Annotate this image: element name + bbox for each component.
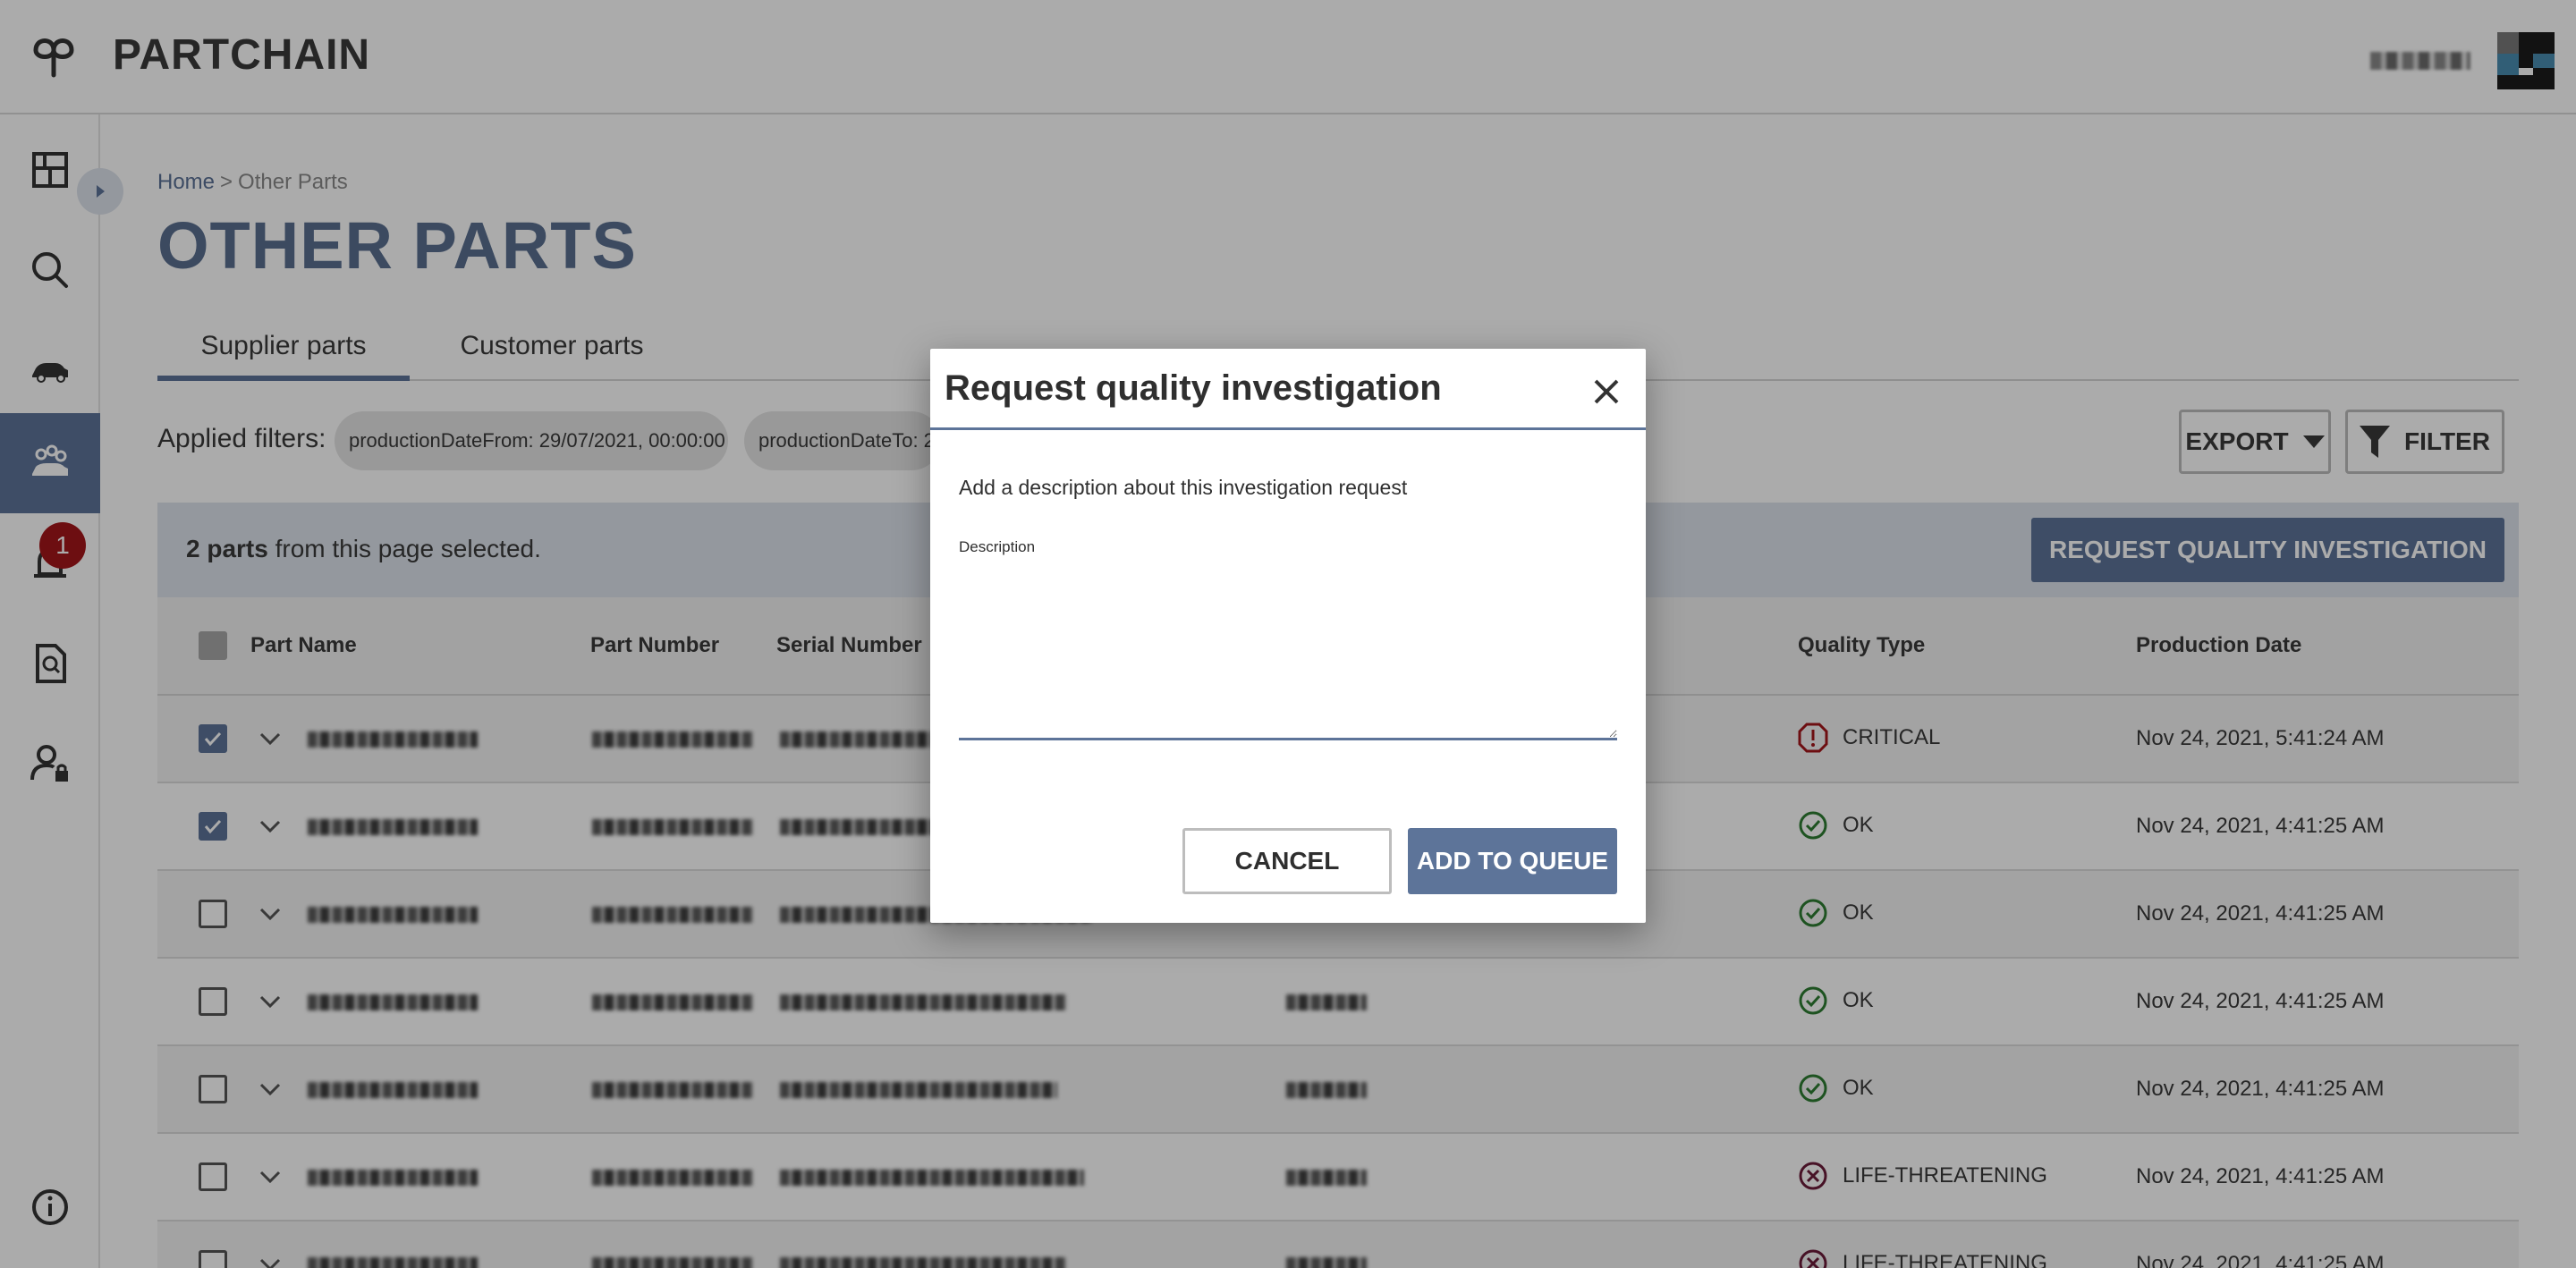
dialog-divider xyxy=(930,427,1646,430)
cancel-button[interactable]: CANCEL xyxy=(1182,828,1392,894)
close-icon[interactable] xyxy=(1589,374,1624,410)
request-investigation-dialog: Request quality investigation Add a desc… xyxy=(930,349,1646,923)
dialog-title: Request quality investigation xyxy=(945,368,1442,408)
dialog-description: Add a description about this investigati… xyxy=(959,476,1408,499)
add-to-queue-button[interactable]: ADD TO QUEUE xyxy=(1408,828,1617,894)
description-field-label: Description xyxy=(959,538,1036,555)
description-field[interactable] xyxy=(959,562,1617,740)
